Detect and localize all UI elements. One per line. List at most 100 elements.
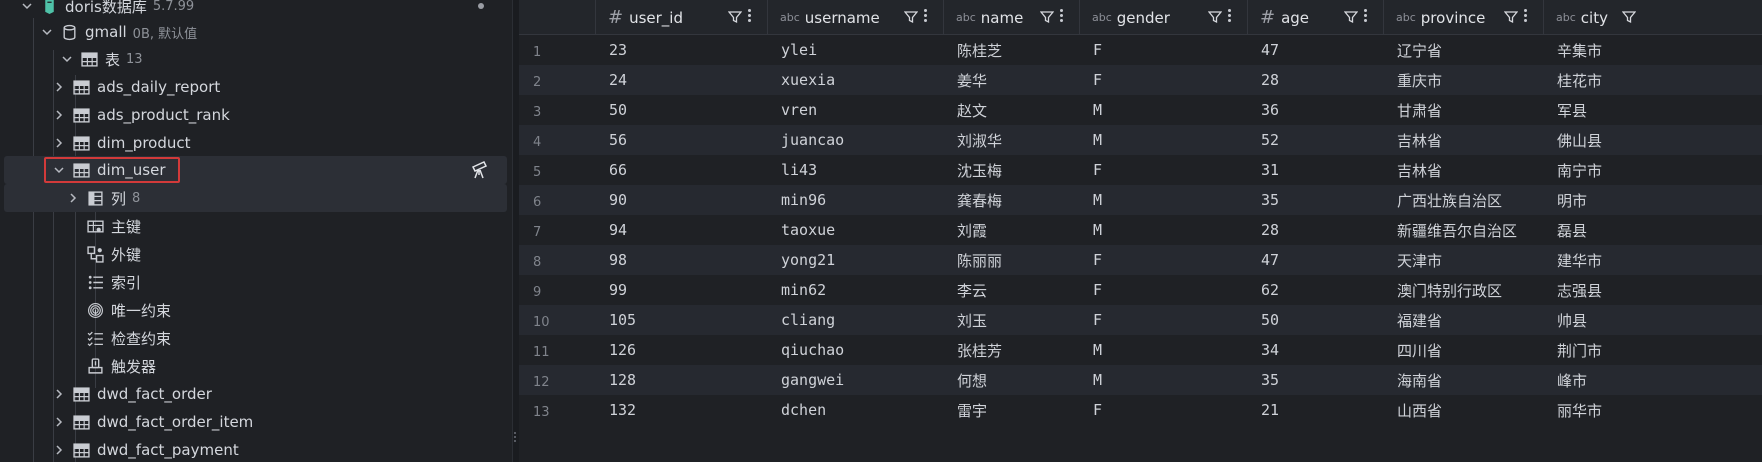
cell-city[interactable]: 军县 <box>1557 95 1587 125</box>
chevron-right-icon[interactable] <box>52 136 66 150</box>
table-row[interactable]: 3 50 vren 赵文 M 36 甘肃省 军县 <box>519 95 1762 125</box>
table-row[interactable]: 11 126 qiuchao 张桂芳 M 34 四川省 荆门市 <box>519 335 1762 365</box>
cell-name[interactable]: 刘淑华 <box>957 125 1002 155</box>
cell-city[interactable]: 建华市 <box>1557 245 1602 275</box>
more-options-icon[interactable] <box>1524 8 1528 24</box>
cell-city[interactable]: 丽华市 <box>1557 395 1602 425</box>
chevron-down-icon[interactable] <box>40 25 54 39</box>
filter-icon[interactable] <box>904 10 918 24</box>
chevron-right-icon[interactable] <box>52 387 66 401</box>
more-options-icon[interactable] <box>924 8 928 24</box>
cell-city[interactable]: 桂花市 <box>1557 65 1602 95</box>
cell-username[interactable]: cliang <box>781 305 835 335</box>
cell-name[interactable]: 雷宇 <box>957 395 987 425</box>
cell-age[interactable]: 28 <box>1261 215 1279 245</box>
cell-gender[interactable]: F <box>1093 395 1102 425</box>
chevron-right-icon[interactable] <box>52 415 66 429</box>
cell-province[interactable]: 重庆市 <box>1397 65 1442 95</box>
cell-user-id[interactable]: 128 <box>609 365 636 395</box>
chevron-right-icon[interactable] <box>52 443 66 457</box>
cell-user-id[interactable]: 50 <box>609 95 627 125</box>
table-row[interactable]: 4 56 juancao 刘淑华 M 52 吉林省 佛山县 <box>519 125 1762 155</box>
cell-gender[interactable]: F <box>1093 155 1102 185</box>
cell-age[interactable]: 34 <box>1261 335 1279 365</box>
cell-user-id[interactable]: 105 <box>609 305 636 335</box>
cell-username[interactable]: juancao <box>781 125 844 155</box>
cell-province[interactable]: 山西省 <box>1397 395 1442 425</box>
cell-gender[interactable]: M <box>1093 335 1102 365</box>
table-row[interactable]: 2 24 xuexia 姜华 F 28 重庆市 桂花市 <box>519 65 1762 95</box>
cell-user-id[interactable]: 98 <box>609 245 627 275</box>
cell-name[interactable]: 张桂芳 <box>957 335 1002 365</box>
cell-username[interactable]: ylei <box>781 35 817 65</box>
more-options-icon[interactable] <box>748 8 752 24</box>
splitter-grip-icon[interactable] <box>513 430 518 446</box>
tree-node-schema-gmall[interactable]: gmall 0B, 默认值 <box>4 18 507 46</box>
cell-username[interactable]: xuexia <box>781 65 835 95</box>
chevron-right-icon[interactable] <box>66 191 80 205</box>
chevron-right-icon[interactable] <box>52 108 66 122</box>
tree-node-table[interactable]: dwd_fact_payment <box>4 436 507 462</box>
cell-user-id[interactable]: 24 <box>609 65 627 95</box>
cell-username[interactable]: min96 <box>781 185 826 215</box>
more-options-icon[interactable] <box>1060 8 1064 24</box>
column-header-name[interactable]: abc name <box>943 0 1079 35</box>
cell-city[interactable]: 明市 <box>1557 185 1587 215</box>
cell-age[interactable]: 28 <box>1261 65 1279 95</box>
column-header-gender[interactable]: abc gender <box>1079 0 1247 35</box>
table-row[interactable]: 7 94 taoxue 刘霞 M 28 新疆维吾尔自治区 磊县 <box>519 215 1762 245</box>
cell-username[interactable]: qiuchao <box>781 335 844 365</box>
filter-icon[interactable] <box>1504 10 1518 24</box>
tree-node-table[interactable]: dim_product <box>4 129 507 157</box>
cell-name[interactable]: 陈桂芝 <box>957 35 1002 65</box>
column-header-user-id[interactable]: # user_id <box>595 0 767 35</box>
cell-user-id[interactable]: 56 <box>609 125 627 155</box>
cell-username[interactable]: dchen <box>781 395 826 425</box>
cell-city[interactable]: 辛集市 <box>1557 35 1602 65</box>
cell-age[interactable]: 35 <box>1261 185 1279 215</box>
cell-gender[interactable]: F <box>1093 275 1102 305</box>
cell-name[interactable]: 姜华 <box>957 65 987 95</box>
cell-age[interactable]: 47 <box>1261 35 1279 65</box>
cell-province[interactable]: 新疆维吾尔自治区 <box>1397 215 1517 245</box>
tree-node-tables-folder[interactable]: 表 13 <box>4 45 507 73</box>
cell-province[interactable]: 吉林省 <box>1397 125 1442 155</box>
cell-age[interactable]: 62 <box>1261 275 1279 305</box>
tree-node-indexes[interactable]: 索引 <box>4 268 507 296</box>
tree-node-database[interactable]: doris数据库 5.7.99 <box>4 0 507 20</box>
cell-age[interactable]: 35 <box>1261 365 1279 395</box>
cell-username[interactable]: taoxue <box>781 215 835 245</box>
table-row[interactable]: 8 98 yong21 陈丽丽 F 47 天津市 建华市 <box>519 245 1762 275</box>
more-options-icon[interactable] <box>1228 8 1232 24</box>
cell-gender[interactable]: M <box>1093 185 1102 215</box>
chevron-down-icon[interactable] <box>20 0 34 13</box>
cell-city[interactable]: 帅县 <box>1557 305 1587 335</box>
cell-gender[interactable]: M <box>1093 215 1102 245</box>
cell-username[interactable]: yong21 <box>781 245 835 275</box>
filter-icon[interactable] <box>1040 10 1054 24</box>
cell-username[interactable]: gangwei <box>781 365 844 395</box>
cell-name[interactable]: 龚春梅 <box>957 185 1002 215</box>
cell-province[interactable]: 吉林省 <box>1397 155 1442 185</box>
cell-user-id[interactable]: 94 <box>609 215 627 245</box>
filter-icon[interactable] <box>1344 10 1358 24</box>
cell-user-id[interactable]: 99 <box>609 275 627 305</box>
cell-province[interactable]: 海南省 <box>1397 365 1442 395</box>
filter-icon[interactable] <box>728 10 742 24</box>
column-header-age[interactable]: # age <box>1247 0 1383 35</box>
cell-name[interactable]: 沈玉梅 <box>957 155 1002 185</box>
cell-name[interactable]: 李云 <box>957 275 987 305</box>
cell-age[interactable]: 47 <box>1261 245 1279 275</box>
cell-age[interactable]: 21 <box>1261 395 1279 425</box>
cell-name[interactable]: 刘玉 <box>957 305 987 335</box>
tree-node-table[interactable]: dwd_fact_order <box>4 380 507 408</box>
cell-gender[interactable]: F <box>1093 65 1102 95</box>
cell-province[interactable]: 天津市 <box>1397 245 1442 275</box>
cell-age[interactable]: 31 <box>1261 155 1279 185</box>
cell-username[interactable]: min62 <box>781 275 826 305</box>
cell-name[interactable]: 何想 <box>957 365 987 395</box>
tree-node-primary-keys[interactable]: 主键 <box>4 212 507 240</box>
table-row[interactable]: 13 132 dchen 雷宇 F 21 山西省 丽华市 <box>519 395 1762 425</box>
column-header-city[interactable]: abc city <box>1543 0 1762 35</box>
tree-node-table[interactable]: ads_daily_report <box>4 73 507 101</box>
